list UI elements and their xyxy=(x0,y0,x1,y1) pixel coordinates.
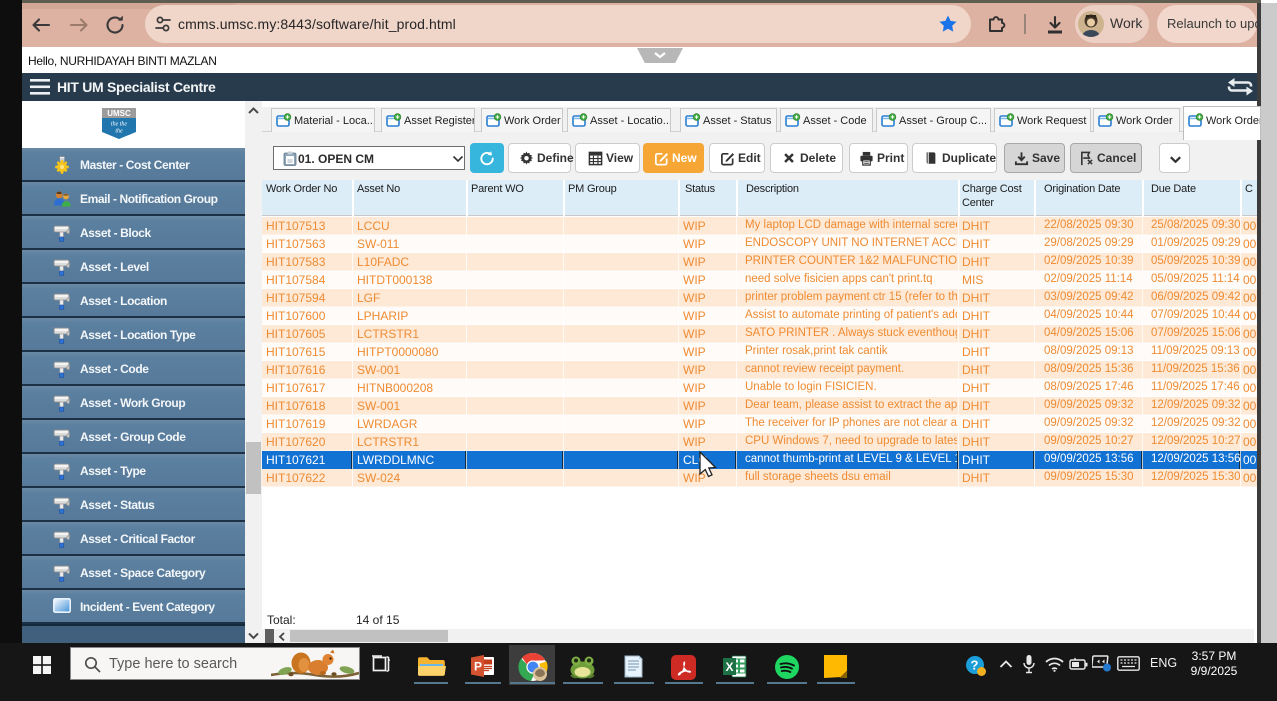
svg-text:P: P xyxy=(474,660,482,674)
svg-text:the the: the the xyxy=(111,122,127,128)
svg-text:UMSC: UMSC xyxy=(107,109,131,118)
svg-text:the: the xyxy=(115,129,123,135)
svg-text:X: X xyxy=(726,660,734,674)
